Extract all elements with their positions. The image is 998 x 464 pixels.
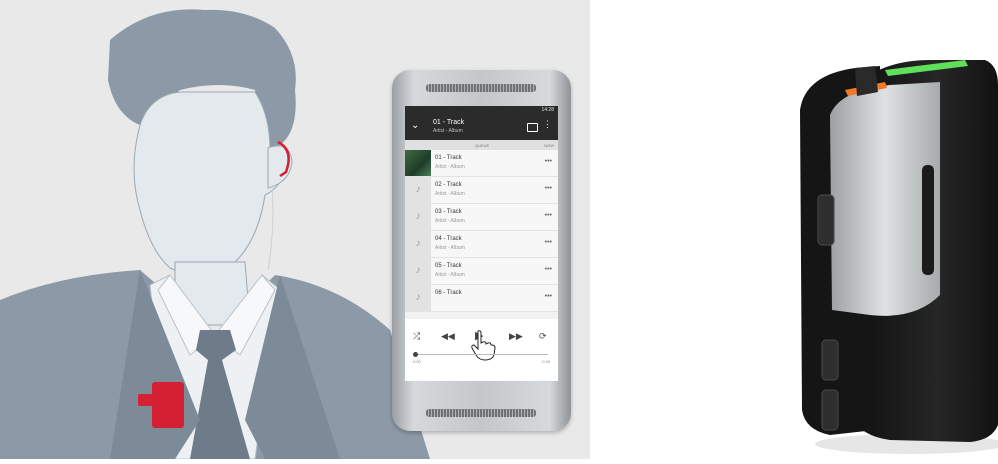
- music-note-icon: ♪: [405, 231, 431, 257]
- more-icon[interactable]: •••: [545, 212, 552, 219]
- time-elapsed: 0:00: [413, 359, 421, 364]
- list-item[interactable]: 01 - Track Artist - Album •••: [405, 150, 558, 177]
- device-photo: [760, 30, 998, 459]
- cast-icon[interactable]: [527, 123, 538, 132]
- tab-now[interactable]: NOW: [544, 143, 554, 148]
- shuffle-icon[interactable]: ⤮: [413, 331, 420, 342]
- phone-screen: 14:28 ⌄ 01 - Track Artist - Album ⋮ QUEU…: [405, 106, 558, 381]
- smartphone: 14:28 ⌄ 01 - Track Artist - Album ⋮ QUEU…: [392, 70, 571, 431]
- clip-device: [152, 382, 184, 428]
- list-item[interactable]: ♪ 04 - Track Artist - Album •••: [405, 231, 558, 258]
- hand-cursor-icon: [471, 330, 496, 361]
- more-icon[interactable]: •••: [545, 293, 552, 300]
- time-remaining: -0:45: [540, 359, 550, 364]
- tab-bar: QUEUE NOW: [405, 140, 558, 150]
- illustration-panel: 14:28 ⌄ 01 - Track Artist - Album ⋮ QUEU…: [0, 0, 590, 459]
- track-artist: Artist - Album: [435, 245, 465, 251]
- tab-queue[interactable]: QUEUE: [475, 143, 489, 148]
- list-item[interactable]: ♪ 02 - Track Artist - Album •••: [405, 177, 558, 204]
- chevron-down-icon[interactable]: ⌄: [411, 120, 419, 131]
- repeat-icon[interactable]: ⟳: [539, 331, 547, 342]
- music-note-icon: ♪: [405, 285, 431, 311]
- speaker-grille: [426, 84, 536, 92]
- list-item[interactable]: ♪ 05 - Track Artist - Album •••: [405, 258, 558, 285]
- music-note-icon: ♪: [405, 258, 431, 284]
- seek-bar[interactable]: [413, 352, 548, 357]
- list-item[interactable]: ♪ 03 - Track Artist - Album •••: [405, 204, 558, 231]
- app-bar: ⌄ 01 - Track Artist - Album ⋮: [405, 115, 558, 140]
- more-icon[interactable]: •••: [545, 158, 552, 165]
- track-list: 01 - Track Artist - Album ••• ♪ 02 - Tra…: [405, 150, 558, 312]
- music-note-icon: ♪: [405, 204, 431, 230]
- music-note-icon: ♪: [405, 177, 431, 203]
- now-playing-title: 01 - Track: [433, 119, 465, 126]
- track-name: 02 - Track: [435, 182, 462, 188]
- album-art: [405, 150, 431, 176]
- seek-handle[interactable]: [413, 352, 418, 357]
- more-icon[interactable]: ⋮: [543, 120, 552, 129]
- track-artist: Artist - Album: [435, 191, 465, 197]
- hearing-streamer-device: [800, 60, 998, 454]
- track-name: 05 - Track: [435, 263, 462, 269]
- track-artist: Artist - Album: [435, 272, 465, 278]
- track-artist: Artist - Album: [435, 164, 465, 170]
- list-item[interactable]: ♪ 06 - Track •••: [405, 285, 558, 312]
- more-icon[interactable]: •••: [545, 239, 552, 246]
- player-controls: ⤮ ◀◀ ▶ ▶▶ ⟳ 0:00 -0:45: [405, 319, 558, 381]
- track-artist: Artist - Album: [435, 218, 465, 224]
- track-name: 01 - Track: [435, 155, 462, 161]
- more-icon[interactable]: •••: [545, 266, 552, 273]
- speaker-grille: [426, 409, 536, 417]
- more-icon[interactable]: •••: [545, 185, 552, 192]
- track-name: 06 - Track: [435, 290, 462, 296]
- status-bar: 14:28: [405, 106, 558, 115]
- track-name: 04 - Track: [435, 236, 462, 242]
- rewind-icon[interactable]: ◀◀: [441, 331, 455, 342]
- now-playing-subtitle: Artist - Album: [433, 128, 463, 134]
- track-name: 03 - Track: [435, 209, 462, 215]
- fast-forward-icon[interactable]: ▶▶: [509, 331, 523, 342]
- status-time: 14:28: [541, 107, 554, 113]
